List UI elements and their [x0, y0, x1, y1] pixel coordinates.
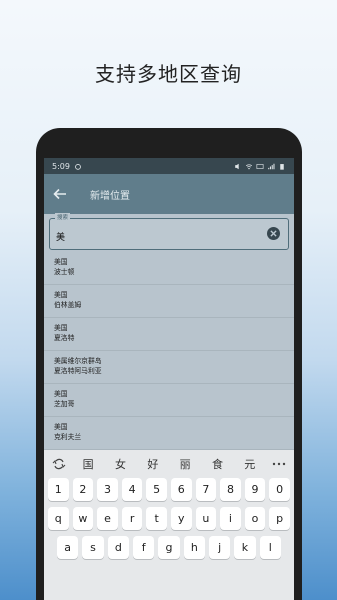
key[interactable]: 1 [48, 478, 69, 501]
key[interactable]: 3 [97, 478, 118, 501]
battery-icon [280, 163, 284, 170]
key[interactable]: y [170, 507, 192, 530]
status-icons [234, 163, 286, 170]
search-input[interactable] [56, 229, 256, 243]
key[interactable]: a [57, 536, 79, 559]
list-item[interactable]: 美国 夏洛特 [44, 318, 294, 351]
close-icon [270, 230, 277, 237]
number-row: 1 2 3 4 5 6 7 8 9 0 [44, 478, 294, 501]
candidate-word[interactable]: 丽 [169, 456, 201, 472]
letter-row-2: a s d f g h j k l [44, 536, 294, 559]
candidate-bar: 国 女 好 丽 食 元 [44, 450, 294, 478]
key[interactable]: t [146, 507, 167, 530]
key[interactable]: s [82, 536, 104, 559]
candidate-word[interactable]: 好 [137, 456, 169, 472]
alarm-icon [75, 163, 81, 170]
key[interactable]: l [259, 536, 281, 559]
key[interactable]: q [48, 507, 69, 530]
key[interactable]: w [72, 507, 94, 530]
phone-screen: 5:09 新增位置 搜索 美国 波士顿 美 [44, 158, 294, 600]
key[interactable]: o [244, 507, 266, 530]
key[interactable]: i [220, 507, 241, 530]
key[interactable]: 5 [146, 478, 167, 501]
list-item[interactable]: 美国 波士顿 [44, 252, 294, 285]
list-item[interactable]: 美国 伯林盖姆 [44, 285, 294, 318]
wifi-icon [245, 163, 253, 169]
clear-button[interactable] [267, 227, 280, 240]
list-item[interactable]: 美属维尔京群岛 夏洛特阿马利亚 [44, 351, 294, 384]
result-city: 夏洛特 [54, 334, 75, 342]
key[interactable]: d [107, 536, 129, 559]
key[interactable]: h [183, 536, 205, 559]
candidate-word[interactable]: 元 [234, 456, 266, 472]
candidate-word[interactable]: 国 [72, 456, 104, 472]
result-city: 克利夫兰 [54, 433, 82, 441]
back-arrow-icon[interactable] [52, 186, 68, 202]
result-region: 美国 [54, 390, 68, 398]
result-city: 芝加哥 [54, 400, 75, 408]
key[interactable]: 9 [244, 478, 266, 501]
more-icon[interactable] [272, 461, 286, 467]
list-item[interactable]: 美国 克利夫兰 [44, 417, 294, 450]
result-region: 美国 [54, 324, 68, 332]
key[interactable]: p [269, 507, 290, 530]
key[interactable]: f [132, 536, 155, 559]
result-region: 美属维尔京群岛 [54, 357, 102, 365]
hd-icon [256, 163, 264, 169]
key[interactable]: 2 [72, 478, 94, 501]
key[interactable]: 6 [170, 478, 192, 501]
key[interactable]: u [195, 507, 217, 530]
candidate-word[interactable]: 女 [104, 456, 136, 472]
keyboard: 国 女 好 丽 食 元 1 2 3 4 5 6 7 8 9 0 q w e r [44, 450, 294, 600]
result-region: 美国 [54, 291, 68, 299]
key[interactable]: 8 [220, 478, 241, 501]
result-city: 夏洛特阿马利亚 [54, 367, 102, 375]
promo-title: 支持多地区查询 [95, 62, 242, 86]
search-field[interactable]: 搜索 [49, 213, 289, 250]
result-region: 美国 [54, 258, 68, 266]
key[interactable]: 0 [269, 478, 290, 501]
key[interactable]: e [97, 507, 118, 530]
result-city: 波士顿 [54, 268, 75, 276]
key[interactable]: 7 [195, 478, 217, 501]
status-time: 5:09 [52, 161, 70, 171]
key[interactable]: g [158, 536, 180, 559]
status-bar: 5:09 [44, 158, 294, 174]
key[interactable]: 4 [121, 478, 143, 501]
key[interactable]: r [121, 507, 143, 530]
key[interactable]: k [234, 536, 256, 559]
key[interactable]: j [208, 536, 231, 559]
page-title: 新增位置 [90, 190, 130, 202]
app-bar: 新增位置 [44, 174, 294, 214]
result-region: 美国 [54, 423, 68, 431]
emoji-swap-icon[interactable] [52, 457, 66, 471]
search-label: 搜索 [55, 213, 71, 221]
signal-icon [268, 163, 275, 169]
list-item[interactable]: 美国 芝加哥 [44, 384, 294, 417]
results-list: 美国 波士顿 美国 伯林盖姆 美国 夏洛特 美属维尔京群岛 夏洛特阿马利亚 美国… [44, 252, 294, 450]
mute-icon [235, 163, 239, 169]
candidate-word[interactable]: 食 [201, 456, 233, 472]
result-city: 伯林盖姆 [54, 301, 82, 309]
letter-row-1: q w e r t y u i o p [44, 507, 294, 530]
